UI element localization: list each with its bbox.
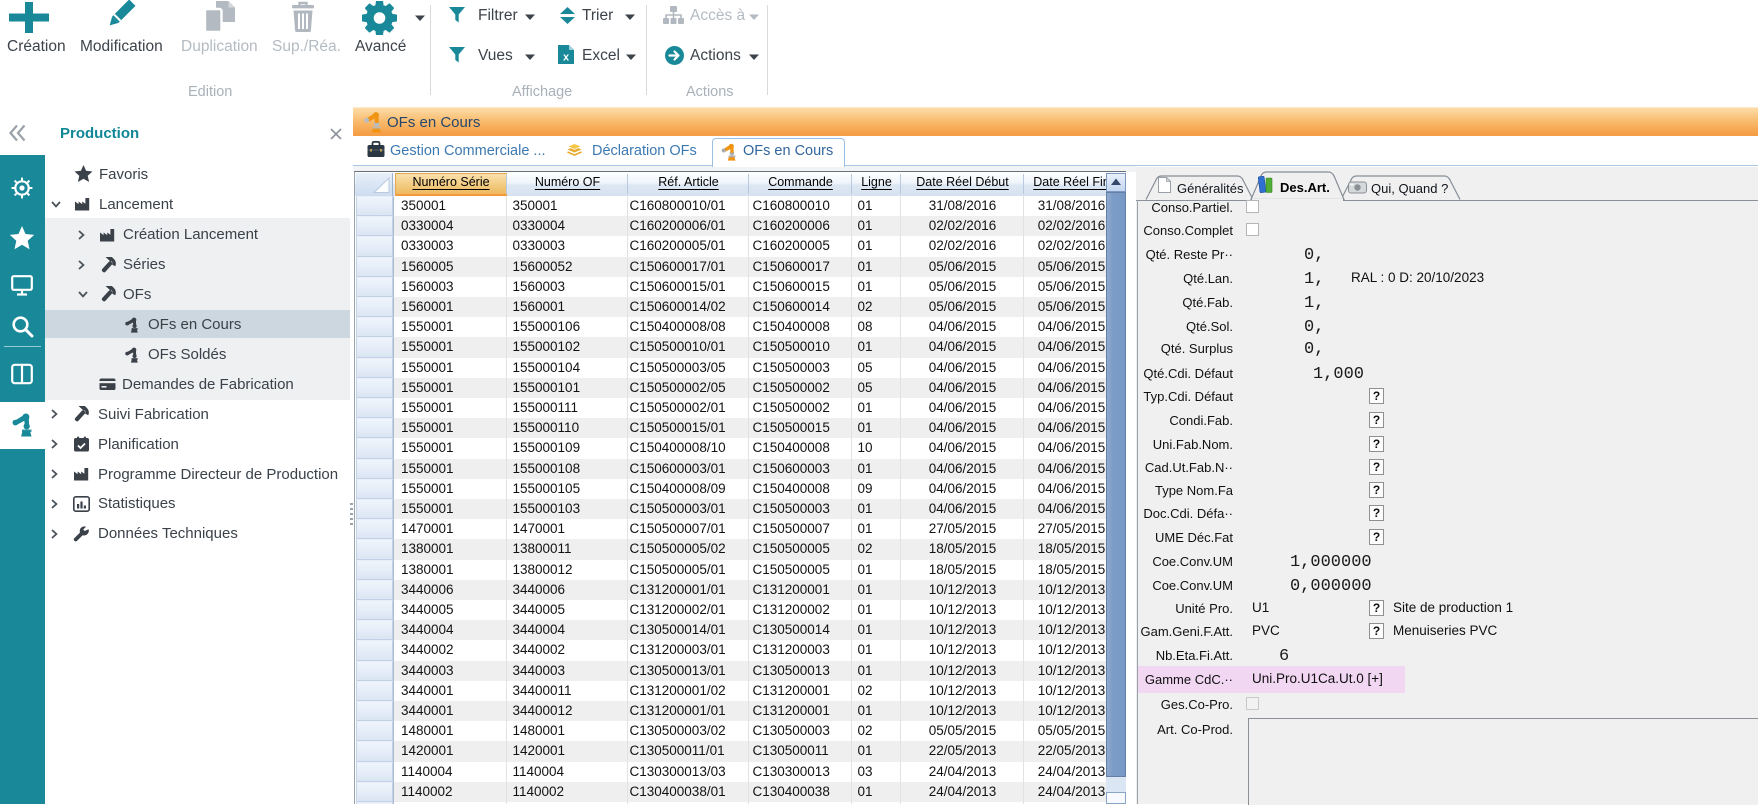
svg-text:x: x <box>563 52 570 64</box>
